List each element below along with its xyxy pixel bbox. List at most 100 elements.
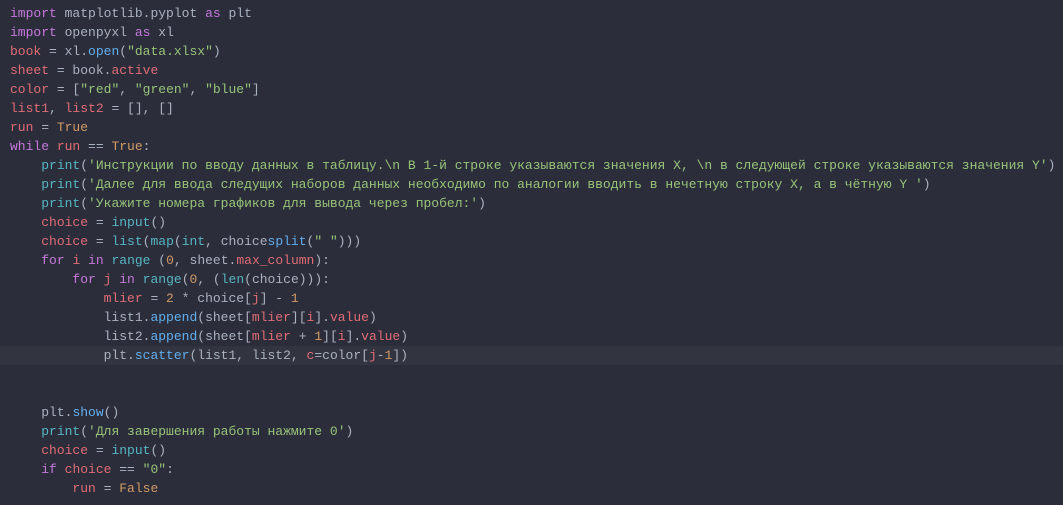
punct: ,: [189, 82, 205, 97]
operator: = [: [49, 82, 80, 97]
bracket: ][: [322, 329, 338, 344]
keyword-import: import: [10, 25, 57, 40]
variable: choice: [41, 215, 88, 230]
bracket-paren: ]): [392, 348, 408, 363]
blank-line: [10, 365, 1063, 384]
alias: plt: [228, 6, 251, 21]
code-line: color = ["red", "green", "blue"]: [10, 80, 1063, 99]
paren: ): [923, 177, 931, 192]
punct: ,: [119, 82, 135, 97]
code-editor[interactable]: import matplotlib.pyplot as plt import o…: [10, 4, 1063, 498]
operator: ==: [111, 462, 142, 477]
comma: ,: [291, 348, 307, 363]
object: color: [322, 348, 361, 363]
operator: =: [41, 44, 64, 59]
code-line: list2.append(sheet[mlier + 1][i].value): [10, 327, 1063, 346]
paren-colon: ):: [314, 253, 330, 268]
builtin-list: list: [111, 234, 142, 249]
arg: list1: [197, 348, 236, 363]
number: 0: [166, 253, 174, 268]
arg: list2: [252, 348, 291, 363]
code-line: print('Для завершения работы нажмите 0'): [10, 422, 1063, 441]
code-line: print('Далее для ввода следущих наборов …: [10, 175, 1063, 194]
bracket-dot: ].: [314, 310, 330, 325]
paren: ): [400, 329, 408, 344]
keyword-for: for: [72, 272, 95, 287]
space: [96, 272, 104, 287]
boolean: True: [57, 120, 88, 135]
code-line: import matplotlib.pyplot as plt: [10, 4, 1063, 23]
object: sheet: [190, 253, 229, 268]
keyword-import: import: [10, 6, 57, 21]
code-line: book = xl.open("data.xlsx"): [10, 42, 1063, 61]
string: "green": [135, 82, 190, 97]
method-split: split: [268, 234, 307, 249]
operator: =: [314, 348, 322, 363]
comma: ,: [174, 253, 190, 268]
variable: j: [369, 348, 377, 363]
object: sheet: [205, 329, 244, 344]
colon: :: [143, 139, 151, 154]
comma: ,: [236, 348, 252, 363]
variable: list2: [65, 101, 104, 116]
builtin-input: input: [111, 443, 150, 458]
parens: (): [150, 215, 166, 230]
variable: run: [72, 481, 95, 496]
blank-line: [10, 384, 1063, 403]
variable: mlier: [104, 291, 143, 306]
paren: ): [369, 310, 377, 325]
parens: (): [150, 443, 166, 458]
code-line: choice = input(): [10, 213, 1063, 232]
method-show: show: [72, 405, 103, 420]
bracket: ] -: [260, 291, 291, 306]
bracket: ][: [291, 310, 307, 325]
parens: (): [104, 405, 120, 420]
builtin-range: range: [143, 272, 182, 287]
attribute: value: [361, 329, 400, 344]
code-line-highlighted: plt.scatter(list1, list2, c=color[j-1]): [0, 346, 1063, 365]
paren: (: [150, 253, 166, 268]
string: "red": [80, 82, 119, 97]
builtin-input: input: [111, 215, 150, 230]
method-scatter: scatter: [135, 348, 190, 363]
string: 'Для завершения работы нажмите 0': [88, 424, 345, 439]
builtin-range: range: [111, 253, 150, 268]
paren: (: [197, 329, 205, 344]
operator: =: [88, 234, 111, 249]
operator: +: [291, 329, 314, 344]
string: "0": [143, 462, 166, 477]
builtin-len: len: [221, 272, 244, 287]
operator: =: [88, 215, 111, 230]
operator: -: [377, 348, 385, 363]
variable: j: [252, 291, 260, 306]
object: sheet: [205, 310, 244, 325]
builtin-map: map: [150, 234, 173, 249]
code-line: print('Укажите номера графиков для вывод…: [10, 194, 1063, 213]
paren: (: [119, 44, 127, 59]
boolean: True: [111, 139, 142, 154]
object: book: [72, 63, 103, 78]
bracket-dot: ].: [346, 329, 362, 344]
object: xl: [65, 44, 81, 59]
keyword-as: as: [135, 25, 151, 40]
object: choice: [197, 291, 244, 306]
code-line: run = True: [10, 118, 1063, 137]
method-append: append: [150, 310, 197, 325]
keyword-if: if: [41, 462, 57, 477]
variable: color: [10, 82, 49, 97]
operator: =: [143, 291, 166, 306]
variable: list1: [10, 101, 49, 116]
object: choice: [252, 272, 299, 287]
string: " ": [314, 234, 337, 249]
code-line: list1, list2 = [], []: [10, 99, 1063, 118]
bracket: [: [244, 291, 252, 306]
attribute: active: [111, 63, 158, 78]
builtin-int: int: [182, 234, 205, 249]
keyword-as: as: [205, 6, 221, 21]
code-line: mlier = 2 * choice[j] - 1: [10, 289, 1063, 308]
string: 'Укажите номера графиков для вывода чере…: [88, 196, 478, 211]
bracket: [: [244, 329, 252, 344]
variable: run: [10, 120, 33, 135]
code-line: run = False: [10, 479, 1063, 498]
operator: =: [49, 63, 72, 78]
